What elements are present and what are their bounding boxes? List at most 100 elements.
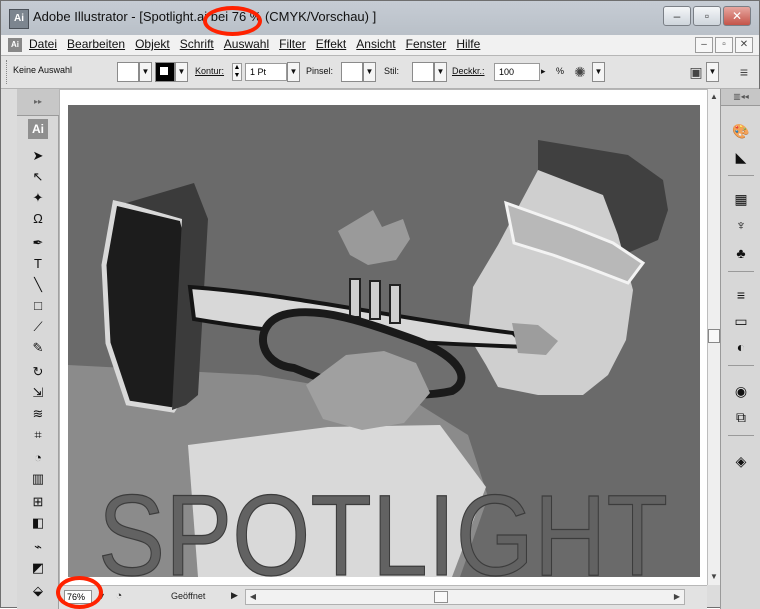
stroke-panel-icon[interactable]: ≡ bbox=[731, 285, 751, 305]
color-panel-icon[interactable]: 🎨 bbox=[731, 121, 751, 141]
panel-dock-header[interactable]: ▥◂◂ bbox=[721, 89, 760, 106]
status-menu-arrow-icon[interactable]: ▶ bbox=[231, 590, 238, 601]
fill-dropdown[interactable]: ▼ bbox=[139, 62, 152, 82]
appearance-panel-icon[interactable]: ◉ bbox=[731, 381, 751, 401]
window-controls: – ▫ ✕ bbox=[663, 6, 751, 26]
style-dropdown[interactable]: ▼ bbox=[434, 62, 447, 82]
menu-filter[interactable]: Filter bbox=[279, 37, 306, 51]
opacity-field[interactable]: 100 bbox=[494, 63, 540, 81]
pen-tool-icon[interactable]: ✒ bbox=[29, 234, 47, 252]
panel-separator bbox=[728, 435, 754, 436]
close-button[interactable]: ✕ bbox=[723, 6, 751, 26]
horizontal-scroll-thumb[interactable] bbox=[434, 591, 448, 603]
document-window-controls: – ▫ ✕ bbox=[695, 37, 753, 53]
vertical-scroll-thumb[interactable] bbox=[708, 329, 720, 343]
artboard-navigation-icon[interactable]: ◔ bbox=[111, 588, 127, 604]
layers-panel-icon[interactable]: ◈ bbox=[731, 451, 751, 471]
mesh-tool-icon[interactable]: ⊞ bbox=[29, 493, 47, 511]
selection-tool-icon[interactable]: ➤ bbox=[29, 147, 47, 165]
menu-schrift[interactable]: Schrift bbox=[180, 37, 214, 51]
scale-tool-icon[interactable]: ⇲ bbox=[29, 384, 47, 402]
recolor-dropdown[interactable]: ▼ bbox=[592, 62, 605, 82]
eyedropper-tool-icon[interactable]: ⌁ bbox=[29, 538, 47, 556]
bridge-icon[interactable]: ▣ bbox=[687, 63, 705, 81]
document-minimize-button[interactable]: – bbox=[695, 37, 713, 53]
brushes-panel-icon[interactable]: ♆ bbox=[731, 215, 751, 235]
pencil-tool-icon[interactable]: ✎ bbox=[29, 339, 47, 357]
direct-selection-tool-icon[interactable]: ↖ bbox=[29, 168, 47, 186]
window-title: Adobe Illustrator - [Spotlight.ai bei 76… bbox=[33, 9, 377, 24]
panel-separator bbox=[728, 365, 754, 366]
menu-datei[interactable]: Datei bbox=[29, 37, 57, 51]
rotate-tool-icon[interactable]: ↻ bbox=[29, 363, 47, 381]
fill-swatch[interactable] bbox=[117, 62, 139, 82]
menu-ansicht[interactable]: Ansicht bbox=[356, 37, 395, 51]
color-guide-icon[interactable]: ◣ bbox=[731, 147, 751, 167]
menu-effekt[interactable]: Effekt bbox=[316, 37, 346, 51]
swatches-panel-icon[interactable]: ▦ bbox=[731, 189, 751, 209]
graph-tool-icon[interactable]: ▥ bbox=[29, 470, 47, 488]
menu-auswahl[interactable]: Auswahl bbox=[224, 37, 269, 51]
brush-swatch[interactable] bbox=[341, 62, 363, 82]
gradient-tool-icon[interactable]: ◧ bbox=[29, 514, 47, 532]
bridge-dropdown[interactable]: ▼ bbox=[706, 62, 719, 82]
stroke-width-field[interactable]: 1 Pt bbox=[245, 63, 287, 81]
scroll-right-arrow-icon[interactable]: ▶ bbox=[671, 591, 683, 603]
panel-menu-icon[interactable]: ≡ bbox=[735, 63, 753, 81]
trumpet-valve-2 bbox=[369, 280, 381, 320]
minimize-button[interactable]: – bbox=[663, 6, 691, 26]
spotlight-artwork[interactable]: SPOTLIGHT bbox=[68, 105, 700, 577]
stroke-swatch[interactable] bbox=[155, 62, 175, 82]
gradient-panel-icon[interactable]: ▭ bbox=[731, 311, 751, 331]
panel-separator bbox=[728, 175, 754, 176]
panel-separator bbox=[728, 271, 754, 272]
document-status: Geöffnet bbox=[171, 591, 206, 601]
brush-tool-icon[interactable]: ⟋ bbox=[29, 318, 47, 336]
vertical-scrollbar[interactable]: ▲ ▼ bbox=[707, 89, 720, 585]
graphic-styles-panel-icon[interactable]: ⧉ bbox=[731, 407, 751, 427]
brush-dropdown[interactable]: ▼ bbox=[363, 62, 376, 82]
zoom-dropdown-icon[interactable]: ▼ bbox=[97, 591, 106, 601]
selection-status: Keine Auswahl bbox=[13, 65, 73, 75]
symbols-panel-icon[interactable]: ♣ bbox=[731, 243, 751, 263]
stroke-stepper[interactable]: ▲ ▼ bbox=[232, 63, 242, 81]
menu-bearbeiten[interactable]: Bearbeiten bbox=[67, 37, 125, 51]
maximize-button[interactable]: ▫ bbox=[693, 6, 721, 26]
scroll-down-arrow-icon[interactable]: ▼ bbox=[708, 571, 720, 583]
title-bar: Ai Adobe Illustrator - [Spotlight.ai bei… bbox=[1, 1, 759, 35]
document-restore-button[interactable]: ▫ bbox=[715, 37, 733, 53]
scroll-left-arrow-icon[interactable]: ◀ bbox=[247, 591, 259, 603]
recolor-icon[interactable]: ✺ bbox=[571, 63, 589, 81]
control-bar-grip[interactable] bbox=[6, 60, 10, 84]
horizontal-scrollbar[interactable]: ◀ ▶ bbox=[245, 589, 685, 605]
stroke-dropdown[interactable]: ▼ bbox=[175, 62, 188, 82]
illustrator-app-icon: Ai bbox=[9, 9, 29, 29]
menu-objekt[interactable]: Objekt bbox=[135, 37, 170, 51]
zoom-field[interactable]: 76% bbox=[64, 590, 92, 604]
rectangle-tool-icon[interactable]: □ bbox=[29, 297, 47, 315]
trumpet-valve-3 bbox=[389, 284, 401, 324]
stroke-width-dropdown[interactable]: ▼ bbox=[287, 62, 300, 82]
live-paint-tool-icon[interactable]: ⬙ bbox=[29, 582, 47, 600]
lasso-tool-icon[interactable]: Ω bbox=[29, 210, 47, 228]
illustrator-logo: Ai bbox=[28, 119, 48, 139]
tools-panel-header[interactable]: ▸▸ bbox=[17, 89, 59, 116]
tools-panel: ▸▸ Ai ➤ ↖ ✦ Ω ✒ T ╲ □ ⟋ ✎ ↻ ⇲ ≋ ⌗ ◔ ▥ ⊞ … bbox=[17, 89, 59, 609]
document-close-button[interactable]: ✕ bbox=[735, 37, 753, 53]
free-transform-tool-icon[interactable]: ⌗ bbox=[29, 426, 47, 444]
style-swatch[interactable] bbox=[412, 62, 434, 82]
blend-tool-icon[interactable]: ◩ bbox=[29, 559, 47, 577]
transparency-panel-icon[interactable]: ◐ bbox=[731, 337, 751, 357]
type-tool-icon[interactable]: T bbox=[29, 255, 47, 273]
warp-tool-icon[interactable]: ≋ bbox=[29, 405, 47, 423]
menu-hilfe[interactable]: Hilfe bbox=[456, 37, 480, 51]
stroke-label: Kontur: bbox=[195, 66, 225, 76]
line-tool-icon[interactable]: ╲ bbox=[29, 276, 47, 294]
symbol-sprayer-tool-icon[interactable]: ◔ bbox=[29, 449, 47, 467]
menu-fenster[interactable]: Fenster bbox=[406, 37, 447, 51]
opacity-arrow-icon[interactable]: ▸ bbox=[541, 66, 546, 77]
brush-label: Pinsel: bbox=[306, 66, 334, 76]
magic-wand-tool-icon[interactable]: ✦ bbox=[29, 189, 47, 207]
scroll-up-arrow-icon[interactable]: ▲ bbox=[708, 91, 720, 103]
document-canvas[interactable]: SPOTLIGHT bbox=[59, 89, 707, 585]
